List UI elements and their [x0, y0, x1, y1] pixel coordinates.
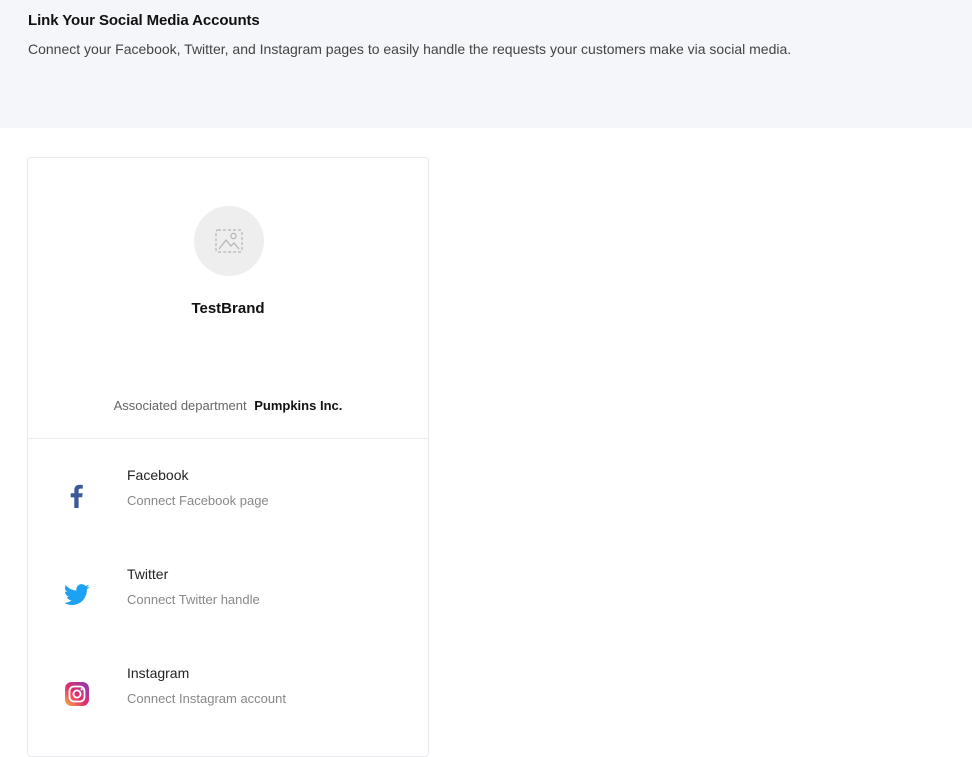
social-name: Twitter [127, 566, 169, 582]
page-description: Connect your Facebook, Twitter, and Inst… [28, 41, 792, 57]
department-label: Associated department [113, 398, 247, 413]
associated-department: Associated department Pumpkins Inc. [28, 398, 428, 413]
brand-card: TestBrand Associated department Pumpkins… [27, 157, 429, 757]
page-title: Link Your Social Media Accounts [28, 12, 260, 29]
connect-link[interactable]: Connect Twitter handle [127, 592, 260, 607]
social-item-twitter[interactable]: Twitter Connect Twitter handle [28, 566, 428, 626]
page-header: Link Your Social Media Accounts Connect … [0, 0, 972, 128]
facebook-icon [64, 483, 90, 509]
brand-name: TestBrand [191, 300, 265, 317]
twitter-icon [64, 582, 90, 608]
department-value: Pumpkins Inc. [254, 398, 343, 413]
connect-link[interactable]: Connect Instagram account [127, 691, 286, 706]
instagram-icon [64, 681, 90, 707]
brand-section: TestBrand Associated department Pumpkins… [28, 158, 428, 439]
image-placeholder-icon [215, 229, 243, 253]
social-name: Instagram [127, 665, 190, 681]
social-item-instagram[interactable]: Instagram Connect Instagram account [28, 665, 428, 725]
connect-link[interactable]: Connect Facebook page [127, 493, 269, 508]
social-item-facebook[interactable]: Facebook Connect Facebook page [28, 467, 428, 527]
social-name: Facebook [127, 467, 189, 483]
brand-avatar[interactable] [194, 206, 264, 276]
